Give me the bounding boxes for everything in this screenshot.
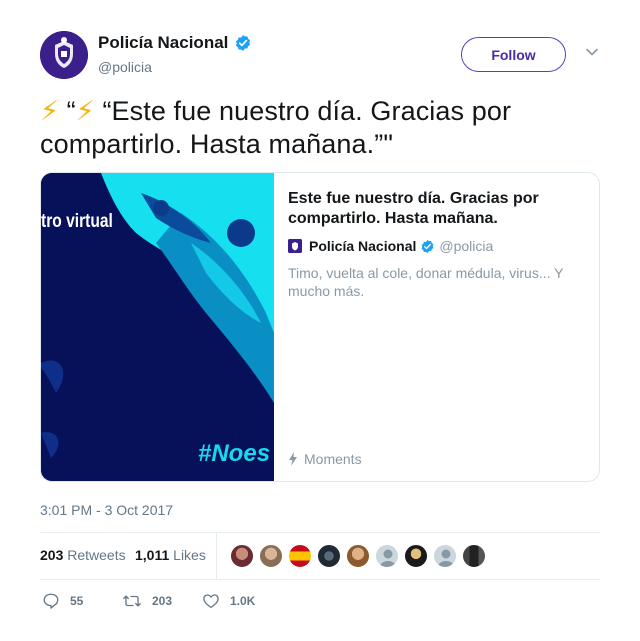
card-image-text-top: tro virtual — [41, 211, 113, 232]
likers-avatars — [230, 544, 491, 568]
lightning-emoji-icon: ⚡ — [40, 96, 60, 126]
reply-icon — [43, 593, 59, 609]
liker-avatar[interactable] — [462, 544, 486, 568]
divider — [40, 579, 600, 580]
tweet-quote-open: “ — [66, 96, 76, 126]
likes-label: Likes — [173, 547, 206, 563]
card-description: Timo, vuelta al cole, donar médula, viru… — [288, 265, 564, 299]
retweet-icon — [122, 595, 142, 607]
card-author-name: Policía Nacional — [309, 238, 417, 254]
reply-count: 55 — [70, 594, 84, 608]
liker-avatar[interactable] — [317, 544, 341, 568]
liker-avatar[interactable] — [346, 544, 370, 568]
reply-button[interactable]: 55 — [42, 592, 83, 610]
card-author-avatar — [288, 239, 302, 253]
tweet-timestamp[interactable]: 3:01 PM - 3 Oct 2017 — [40, 502, 173, 518]
retweets-stat[interactable]: 203 Retweets — [40, 547, 126, 563]
retweets-label: Retweets — [67, 547, 126, 563]
name-row: Policía Nacional — [98, 33, 252, 53]
tweet-text-part-1: “Este fue nuestro día. Gracias por — [102, 96, 512, 126]
verified-badge-icon — [422, 239, 434, 253]
liker-avatar[interactable] — [404, 544, 428, 568]
chevron-down-icon[interactable] — [585, 45, 599, 59]
liker-avatar-default[interactable] — [375, 544, 399, 568]
card-image-text-bottom: #Noes — [198, 440, 271, 467]
heart-icon — [203, 594, 219, 609]
card-author: Policía Nacional @policia — [288, 238, 493, 254]
tweet-header: Policía Nacional @policia Follow — [40, 31, 600, 81]
likes-count: 1,011 — [135, 547, 170, 563]
like-count: 1.0K — [230, 594, 256, 608]
tweet-text: ⚡ “⚡ “Este fue nuestro día. Gracias por … — [40, 95, 600, 161]
tweet-stats: 203 Retweets 1,011 Likes — [40, 533, 600, 579]
user-handle[interactable]: @policia — [98, 59, 152, 75]
avatar[interactable] — [40, 31, 88, 79]
liker-avatar[interactable] — [259, 544, 283, 568]
retweets-count: 203 — [40, 547, 64, 563]
liker-avatar[interactable] — [288, 544, 312, 568]
liker-avatar-default[interactable] — [433, 544, 457, 568]
likes-stat[interactable]: 1,011 Likes — [135, 547, 206, 563]
tweet-text-line-1: ⚡ “⚡ “Este fue nuestro día. Gracias por — [40, 95, 600, 128]
retweet-button[interactable]: 203 — [122, 592, 172, 610]
display-name[interactable]: Policía Nacional — [98, 33, 228, 53]
follow-button[interactable]: Follow — [461, 37, 566, 72]
liker-avatar[interactable] — [230, 544, 254, 568]
lightning-icon — [289, 452, 297, 466]
card-moments: Moments — [288, 451, 362, 467]
lightning-emoji-icon: ⚡ — [75, 96, 95, 126]
card-body[interactable]: Este fue nuestro día. Gracias por compar… — [274, 173, 599, 481]
retweet-count: 203 — [152, 594, 173, 608]
card-image[interactable]: tro virtual #Noes — [41, 173, 274, 481]
stats-separator — [216, 533, 217, 579]
card-title[interactable]: Este fue nuestro día. Gracias por compar… — [288, 189, 578, 229]
tweet-actions: 55 203 1.0K — [40, 590, 600, 614]
card-author-handle: @policia — [439, 238, 494, 254]
like-button[interactable]: 1.0K — [202, 592, 255, 610]
verified-badge-icon — [236, 35, 251, 51]
tweet-text-part-2: compartirlo. Hasta mañana.”" — [40, 129, 394, 159]
moments-label: Moments — [304, 451, 362, 467]
moment-card[interactable]: tro virtual #Noes Este fue nuestro día. … — [40, 172, 600, 482]
